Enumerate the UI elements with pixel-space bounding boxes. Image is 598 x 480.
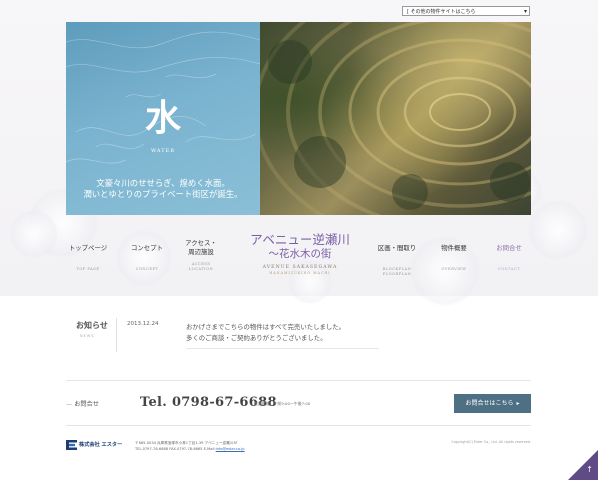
dash-icon: —	[66, 401, 73, 408]
other-sites-select-label: [ その他の物件サイトはこちら	[407, 9, 476, 15]
arrow-up-icon[interactable]: ↑	[586, 466, 593, 474]
contact-label-text: お問合せ	[74, 401, 99, 408]
catch-line-1: 文豪々川のせせらぎ、煌めく水面。	[96, 178, 230, 188]
nav-access-label-1: アクセス・	[185, 239, 217, 247]
address-line-2: TEL.0797-78-6688 FAX.0797-78-6665 E-Mail…	[135, 446, 245, 452]
news-divider	[116, 318, 117, 352]
blossom-decoration	[10, 210, 58, 258]
news-body: おかげさまでこちらの物件はすべて完売いたしました。 多くのご商談・ご契約ありがと…	[186, 322, 345, 344]
company-logo-icon	[66, 440, 77, 450]
blossom-decoration	[528, 200, 588, 260]
news-underline	[186, 348, 379, 349]
nav-top-page[interactable]: トップページ TOP PAGE	[66, 244, 110, 271]
logo-english: AVENUE SAKASEGAWA	[262, 265, 338, 270]
business-hours: 営業時間：午前9:00〜午後7:00	[254, 401, 311, 406]
logo-subtitle: 〜花水木の街	[268, 248, 332, 260]
company-address: 〒665-0034 兵庫県宝塚市小林1丁目1-39 アベニュー逆瀬川3F TEL…	[135, 440, 245, 452]
news-subheading: NEWS	[80, 334, 95, 338]
contact-button[interactable]: お問合せはこちら ▸	[454, 394, 531, 413]
page-top-button[interactable]	[568, 450, 598, 480]
nav-overview[interactable]: 物件概要 OVERVIEW	[434, 244, 474, 271]
nav-concept[interactable]: コンセプト CONCEPT	[126, 244, 168, 271]
nav-access-label-2: 周辺施設	[188, 248, 214, 256]
nav-floorplan-en-1: BLOCKPLAN	[382, 267, 412, 271]
nav-floorplan-label: 区画・間取り	[377, 244, 417, 252]
hero-catchcopy: 文豪々川のせせらぎ、煌めく水面。 潤いとゆとりのプライベート街区が誕生。	[66, 178, 260, 200]
nav-contact-en: CONTACT	[497, 267, 521, 271]
logo-english-sub: HANAMIZUKINO MACHI	[269, 271, 331, 275]
site-logo[interactable]: アベニュー逆瀬川 〜花水木の街 AVENUE SAKASEGAWA HANAMI…	[238, 232, 362, 275]
company-name: 株式会社 エスター	[79, 442, 123, 448]
contact-button-label: お問合せはこちら	[465, 400, 514, 407]
nav-overview-en: OVERVIEW	[441, 267, 467, 271]
nav-concept-label: コンセプト	[131, 244, 163, 252]
nav-floorplan-en-2: FLOORPLAN	[382, 272, 412, 276]
hero-water-panel: 水 WATER 文豪々川のせせらぎ、煌めく水面。 潤いとゆとりのプライベート街区…	[66, 22, 260, 215]
news-heading: お知らせ	[76, 320, 108, 330]
news-line-1: おかげさまでこちらの物件はすべて完売いたしました。	[186, 323, 346, 331]
other-sites-select[interactable]: [ その他の物件サイトはこちら ▾	[402, 6, 530, 16]
catch-line-2: 潤いとゆとりのプライベート街区が誕生。	[83, 189, 243, 199]
news-line-2: 多くのご商談・ご契約ありがとうございました。	[186, 334, 327, 342]
nav-access-en-2: LOCATION	[188, 267, 214, 271]
copyright: Copyright(C) Ester Co., Ltd. All rights …	[451, 440, 531, 444]
nav-contact-label: お問合せ	[496, 244, 522, 252]
nav-top-page-label: トップページ	[68, 244, 108, 252]
contact-label: — お問合せ	[66, 399, 99, 408]
hero-kanji-english: WATER	[151, 148, 175, 154]
nav-floorplan[interactable]: 区画・間取り BLOCKPLAN FLOORPLAN	[374, 244, 420, 276]
nav-top-page-en: TOP PAGE	[76, 267, 100, 271]
hero-water-photo	[260, 22, 531, 215]
chevron-right-icon: ▸	[516, 400, 520, 407]
contact-numbers: TEL.0797-78-6688 FAX.0797-78-6665 E-Mail…	[135, 447, 216, 451]
nav-access-en-1: ACCESS	[191, 262, 211, 266]
email-link[interactable]: info@ester.co.jp	[216, 447, 245, 451]
news-date: 2013.12.24	[127, 321, 159, 327]
logo-title: アベニュー逆瀬川	[250, 232, 350, 247]
nav-concept-en: CONCEPT	[135, 267, 159, 271]
nav-access[interactable]: アクセス・ 周辺施設 ACCESS LOCATION	[180, 239, 222, 271]
hero-kanji: 水	[144, 97, 181, 139]
nav-contact[interactable]: お問合せ CONTACT	[490, 244, 528, 271]
chevron-down-icon: ▾	[523, 8, 527, 15]
nav-overview-label: 物件概要	[441, 244, 467, 252]
divider	[66, 380, 531, 381]
divider	[66, 425, 531, 426]
water-ripple-image	[260, 22, 531, 215]
